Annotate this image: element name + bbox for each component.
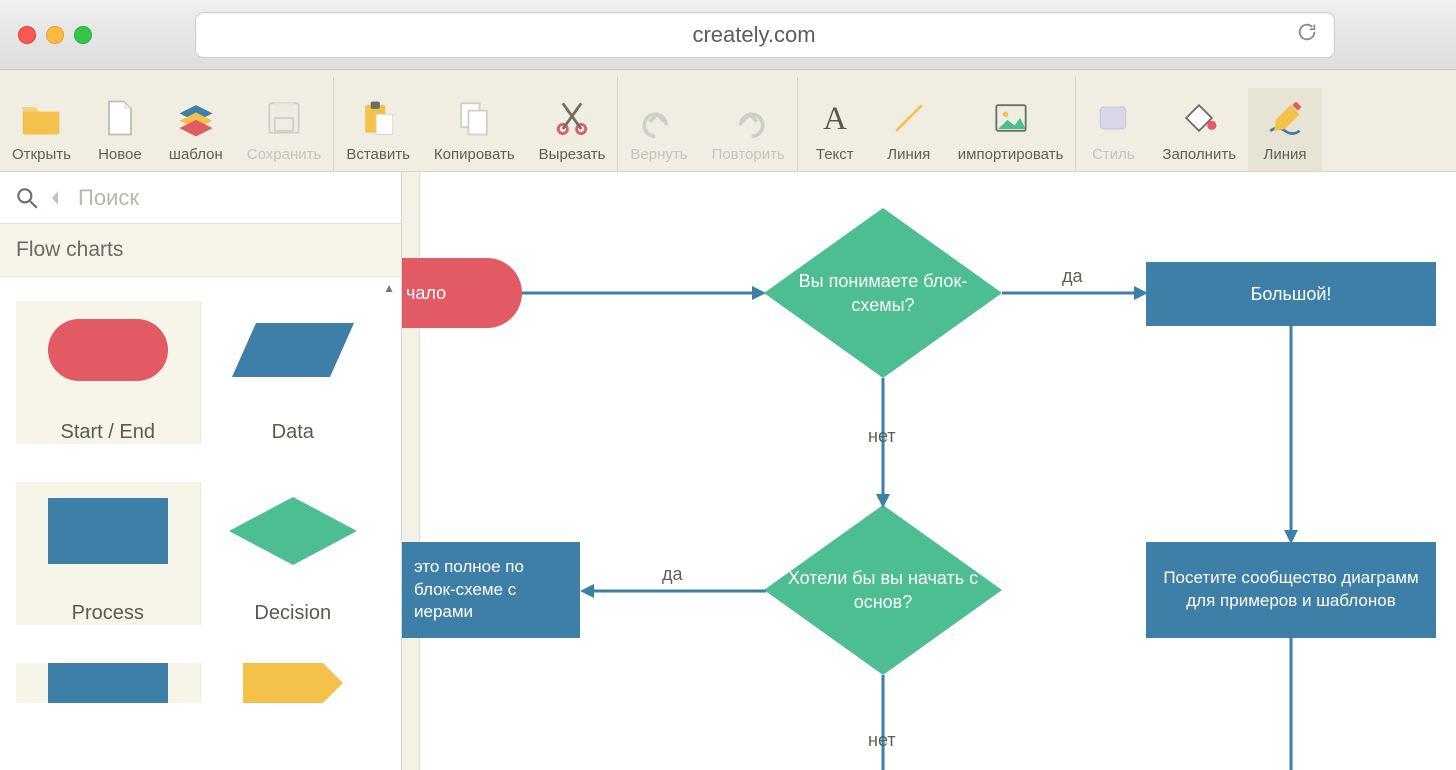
collapse-sidebar-icon[interactable] — [50, 189, 78, 207]
text-icon: A — [813, 94, 857, 142]
new-button[interactable]: Новое — [83, 88, 157, 171]
svg-text:A: A — [823, 101, 847, 137]
node-start[interactable]: чало — [402, 258, 522, 328]
main-toolbar: Открыть Новое шаблон Сохранить Вс — [0, 70, 1456, 172]
redo-icon — [726, 94, 770, 142]
address-url: creately.com — [212, 22, 1296, 48]
shape-search-row — [0, 172, 401, 224]
shape-sidebar: Flow charts ▲ Start / End Data — [0, 172, 402, 770]
copy-icon — [452, 94, 496, 142]
node-decision-1[interactable]: Вы понимаете блок-схемы? — [764, 208, 1002, 378]
close-window-icon[interactable] — [18, 26, 36, 44]
paste-icon — [356, 94, 400, 142]
maximize-window-icon[interactable] — [74, 26, 92, 44]
shape-process[interactable]: Process — [16, 482, 201, 625]
save-button[interactable]: Сохранить — [235, 88, 334, 171]
open-button[interactable]: Открыть — [0, 88, 83, 171]
copy-button[interactable]: Копировать — [422, 88, 527, 171]
folder-icon — [19, 94, 63, 142]
edge-label-yes-2: да — [662, 564, 683, 585]
text-tool-button[interactable]: A Текст — [798, 88, 872, 171]
fill-button[interactable]: Заполнить — [1150, 88, 1248, 171]
line-style-button[interactable]: Линия — [1248, 88, 1322, 171]
edge-label-yes-1: да — [1062, 266, 1083, 287]
node-community[interactable]: Посетите сообщество диаграмм для примеро… — [1146, 542, 1436, 638]
window-controls — [18, 26, 92, 44]
pencil-line-icon — [1263, 94, 1307, 142]
undo-icon — [637, 94, 681, 142]
minimize-window-icon[interactable] — [46, 26, 64, 44]
new-doc-icon — [98, 94, 142, 142]
shape-start-end[interactable]: Start / End — [16, 301, 201, 444]
import-image-icon — [989, 94, 1033, 142]
node-decision-2[interactable]: Хотели бы вы начать с основ? — [764, 505, 1002, 675]
diagram-canvas[interactable]: чало Вы понимаете блок-схемы? Большой! Х… — [402, 172, 1456, 770]
scroll-up-icon[interactable]: ▲ — [383, 281, 395, 295]
cut-button[interactable]: Вырезать — [527, 88, 618, 171]
shape-misc[interactable] — [201, 663, 386, 703]
line-icon — [887, 94, 931, 142]
reload-icon[interactable] — [1296, 21, 1318, 48]
template-button[interactable]: шаблон — [157, 88, 235, 171]
line-tool-button[interactable]: Линия — [872, 88, 946, 171]
cut-icon — [550, 94, 594, 142]
node-guide[interactable]: это полное по блок-схеме с иерами — [402, 542, 580, 638]
undo-button[interactable]: Вернуть — [618, 88, 699, 171]
shape-list: ▲ Start / End Data — [0, 277, 401, 770]
style-icon — [1091, 94, 1135, 142]
edge-label-no-1: нет — [868, 426, 896, 447]
shape-decision[interactable]: Decision — [201, 482, 386, 625]
paste-button[interactable]: Вставить — [334, 88, 422, 171]
fill-bucket-icon — [1177, 94, 1221, 142]
import-button[interactable]: импортировать — [946, 88, 1076, 171]
redo-button[interactable]: Повторить — [700, 88, 797, 171]
shape-section-title: Flow charts — [0, 224, 401, 277]
browser-chrome: creately.com — [0, 0, 1456, 70]
edge-label-no-2: нет — [868, 730, 896, 751]
search-icon — [14, 185, 40, 211]
template-icon — [174, 94, 218, 142]
style-button[interactable]: Стиль — [1076, 88, 1150, 171]
shape-search-input[interactable] — [78, 185, 401, 211]
shape-process-2[interactable] — [16, 663, 201, 703]
workspace: Flow charts ▲ Start / End Data — [0, 172, 1456, 770]
shape-data[interactable]: Data — [201, 301, 386, 444]
save-icon — [262, 94, 306, 142]
address-bar[interactable]: creately.com — [195, 12, 1335, 58]
node-great[interactable]: Большой! — [1146, 262, 1436, 326]
